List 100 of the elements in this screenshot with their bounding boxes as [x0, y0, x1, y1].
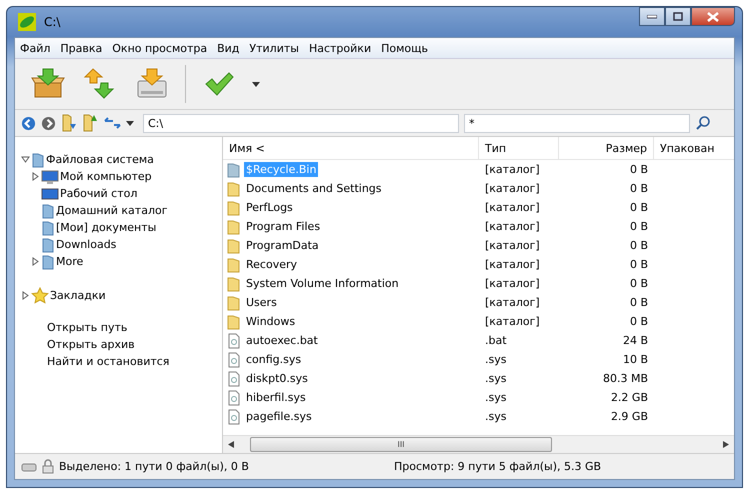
folder-icon — [227, 200, 241, 216]
table-cell-text: 80.3 MB — [602, 372, 649, 385]
pea-pod-icon — [18, 13, 36, 31]
file-icon — [227, 408, 241, 424]
search-icon[interactable] — [695, 115, 711, 131]
expand-arrow-icon[interactable] — [31, 172, 40, 181]
drive-icon — [21, 462, 37, 472]
tree-item[interactable]: More — [55, 255, 84, 268]
table-cell-text: 10 B — [622, 353, 649, 366]
file-name[interactable]: Recovery — [244, 257, 300, 272]
tree-item[interactable]: Рабочий стол — [59, 187, 138, 200]
file-icon — [227, 370, 241, 386]
folder-icon — [227, 162, 241, 178]
table-cell-text: .sys — [484, 391, 508, 404]
tree-item[interactable]: Мой компьютер — [59, 170, 152, 183]
menu-item[interactable]: Помощь — [376, 42, 433, 54]
dropdown-arrow-icon[interactable] — [252, 82, 260, 86]
back-icon[interactable] — [21, 116, 36, 130]
file-name[interactable]: ProgramData — [244, 238, 321, 253]
file-name[interactable]: diskpt0.sys — [244, 371, 310, 386]
table-cell-text: 2.9 GB — [610, 410, 649, 423]
file-icon — [227, 352, 241, 368]
dropdown-arrow-icon[interactable] — [126, 120, 134, 126]
tree-item[interactable]: Downloads — [55, 238, 116, 251]
path-field[interactable]: C:\ — [143, 114, 459, 132]
folder-up-icon[interactable] — [82, 114, 98, 132]
table-cell-text: [каталог] — [484, 239, 541, 252]
desktop-icon — [41, 186, 59, 202]
tree-item[interactable]: Файловая система — [45, 153, 154, 166]
table-cell-text: 0 B — [628, 277, 649, 290]
column-header[interactable]: Упакован — [654, 137, 736, 159]
action-link[interactable]: Найти и остановится — [47, 355, 222, 372]
action-link[interactable]: Открыть путь — [47, 321, 222, 338]
folder-icon — [31, 152, 45, 168]
menu-item[interactable]: Правка — [55, 42, 108, 54]
folder-down-icon[interactable] — [61, 114, 77, 132]
sync-arrows-icon[interactable] — [103, 115, 121, 131]
folder-icon — [227, 314, 241, 330]
action-link[interactable]: Открыть архив — [47, 338, 222, 355]
folder-icon — [41, 220, 55, 236]
tree-item[interactable]: Закладки — [49, 289, 106, 302]
table-cell-text: 2.2 GB — [610, 391, 649, 404]
file-name[interactable]: config.sys — [244, 352, 304, 367]
file-name[interactable]: System Volume Information — [244, 276, 401, 291]
table-cell-text: 0 B — [628, 163, 649, 176]
table-cell-text: .sys — [484, 353, 508, 366]
folder-icon — [227, 294, 241, 310]
menu-item[interactable]: Утилиты — [244, 42, 304, 54]
monitor-icon — [41, 168, 59, 184]
folder-icon — [227, 238, 241, 254]
column-header[interactable]: Тип — [479, 137, 559, 159]
expand-arrow-icon[interactable] — [21, 291, 30, 300]
table-cell-text: 24 B — [622, 334, 649, 347]
column-header[interactable]: Размер — [559, 137, 654, 159]
file-name[interactable]: autoexec.bat — [244, 333, 320, 348]
status-text: Просмотр: 9 пути 5 файл(ы), 5.3 GB — [394, 460, 602, 473]
scroll-left-icon[interactable] — [228, 441, 234, 448]
menu-item[interactable]: Файл — [15, 42, 56, 54]
table-cell-text: [каталог] — [484, 182, 541, 195]
table-cell-text: 0 B — [628, 201, 649, 214]
folder-icon — [227, 276, 241, 292]
folder-icon — [227, 256, 241, 272]
expand-arrow-icon[interactable] — [31, 257, 40, 266]
table-cell-text: .sys — [484, 410, 508, 423]
table-cell-text: [каталог] — [484, 201, 541, 214]
close-icon — [707, 12, 719, 22]
minimize-icon — [647, 14, 657, 18]
file-name[interactable]: pagefile.sys — [244, 409, 314, 424]
folder-icon — [41, 236, 55, 252]
scrollbar-thumb[interactable]: III — [250, 437, 552, 452]
menu-item[interactable]: Настройки — [304, 42, 376, 54]
minimize-button[interactable] — [639, 7, 665, 26]
horizontal-scrollbar[interactable]: III — [223, 435, 734, 453]
file-name[interactable]: hiberfil.sys — [244, 390, 308, 405]
table-cell-text: [каталог] — [484, 163, 541, 176]
menu-item[interactable]: Окно просмотра — [107, 42, 212, 54]
collapse-arrow-icon[interactable] — [21, 155, 30, 164]
tree-item[interactable]: Домашний каталог — [55, 204, 168, 217]
status-text: Выделено: 1 пути 0 файл(ы), 0 B — [59, 460, 250, 473]
table-cell-text: .sys — [484, 372, 508, 385]
file-name[interactable]: Windows — [244, 314, 298, 329]
file-name[interactable]: Users — [244, 295, 279, 310]
file-name[interactable]: Documents and Settings — [244, 181, 384, 196]
grip-text: III — [397, 440, 405, 449]
table-cell-text: 0 B — [628, 258, 649, 271]
file-name[interactable]: PerfLogs — [244, 200, 295, 215]
folder-icon — [227, 180, 241, 196]
forward-icon[interactable] — [41, 116, 56, 130]
table-cell-text: 0 B — [628, 220, 649, 233]
table-cell-text: [каталог] — [484, 220, 541, 233]
star-icon — [31, 286, 49, 304]
table-cell-text: 0 B — [628, 315, 649, 328]
tree-item[interactable]: [Мои] документы — [55, 221, 156, 234]
maximize-button[interactable] — [665, 7, 691, 26]
scroll-right-icon[interactable] — [723, 441, 729, 448]
column-header[interactable]: Имя < — [223, 137, 479, 159]
file-name[interactable]: Program Files — [244, 219, 322, 234]
filter-field[interactable]: * — [464, 114, 690, 132]
menu-item[interactable]: Вид — [212, 42, 244, 54]
close-button[interactable] — [691, 7, 735, 26]
